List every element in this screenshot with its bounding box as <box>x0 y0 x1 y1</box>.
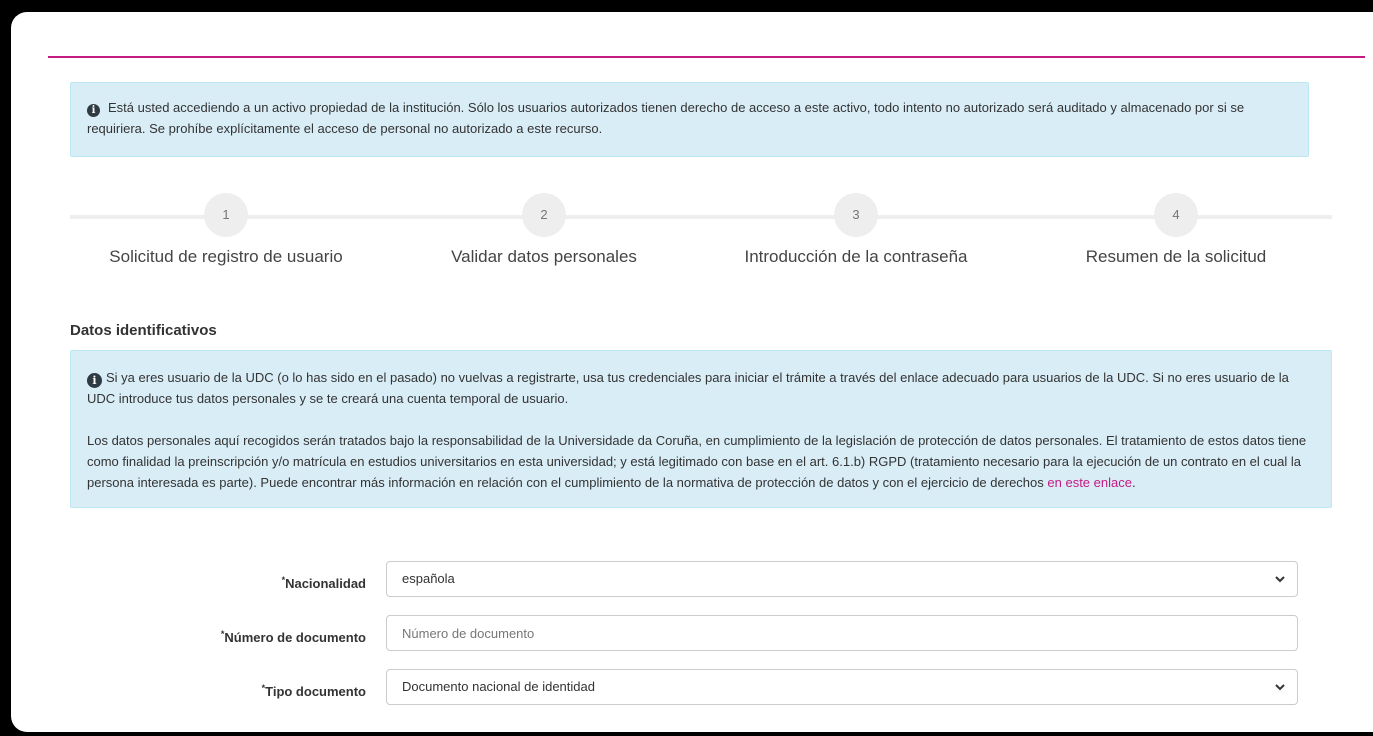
section-title: Datos identificativos <box>70 322 217 339</box>
info-paragraph-2: Los datos personales aquí recogidos será… <box>87 430 1315 493</box>
step-label: Validar datos personales <box>451 247 637 266</box>
info-paragraph-2-end: . <box>1131 475 1136 490</box>
numero-documento-label-text: Número de documento <box>224 630 366 645</box>
tipo-documento-row: *Tipo documento Documento nacional de id… <box>48 669 1365 705</box>
chevron-down-icon <box>1275 684 1285 691</box>
progress-steps: 1 Solicitud de registro de usuario 2 Val… <box>70 193 1332 273</box>
nacionalidad-select[interactable]: española <box>386 561 1298 597</box>
security-notice: i Está usted accediendo a un activo propi… <box>70 82 1309 157</box>
info-paragraph-1-text: Si ya eres usuario de la UDC (o lo has s… <box>87 370 1289 406</box>
privacy-link[interactable]: en este enlace <box>1047 475 1132 490</box>
tipo-documento-label: *Tipo documento <box>108 669 366 705</box>
numero-documento-label: *Número de documento <box>108 615 366 651</box>
step-4: 4 Resumen de la solicitud <box>1026 193 1326 267</box>
info-paragraph-1: i Si ya eres usuario de la UDC (o lo has … <box>87 367 1315 409</box>
nacionalidad-row: *Nacionalidad española <box>48 561 1365 597</box>
step-label: Resumen de la solicitud <box>1085 247 1267 266</box>
step-number: 4 <box>1154 193 1198 237</box>
step-label: Introducción de la contraseña <box>744 247 968 266</box>
numero-documento-input[interactable] <box>386 615 1298 651</box>
udc-info-notice: i Si ya eres usuario de la UDC (o lo has … <box>70 350 1332 508</box>
page-frame: i Está usted accediendo a un activo propi… <box>11 12 1373 732</box>
numero-documento-row: *Número de documento <box>48 615 1365 651</box>
tipo-documento-label-text: Tipo documento <box>265 684 366 699</box>
security-notice-text: Está usted accediendo a un activo propie… <box>87 100 1245 136</box>
nacionalidad-label-text: Nacionalidad <box>285 576 366 591</box>
tipo-documento-value: Documento nacional de identidad <box>402 679 595 694</box>
info-circle-icon: i <box>87 373 102 388</box>
nacionalidad-value: española <box>402 571 455 586</box>
step-label: Solicitud de registro de usuario <box>109 247 343 266</box>
step-2: 2 Validar datos personales <box>394 193 694 267</box>
step-number: 1 <box>204 193 248 237</box>
tipo-documento-select[interactable]: Documento nacional de identidad <box>386 669 1298 705</box>
step-number: 3 <box>834 193 878 237</box>
step-3: 3 Introducción de la contraseña <box>706 193 1006 267</box>
nacionalidad-label: *Nacionalidad <box>108 561 366 597</box>
chevron-down-icon <box>1275 576 1285 583</box>
main-content: i Está usted accediendo a un activo propi… <box>48 56 1365 732</box>
step-1: 1 Solicitud de registro de usuario <box>76 193 376 267</box>
info-circle-icon: i <box>87 104 100 117</box>
step-number: 2 <box>522 193 566 237</box>
